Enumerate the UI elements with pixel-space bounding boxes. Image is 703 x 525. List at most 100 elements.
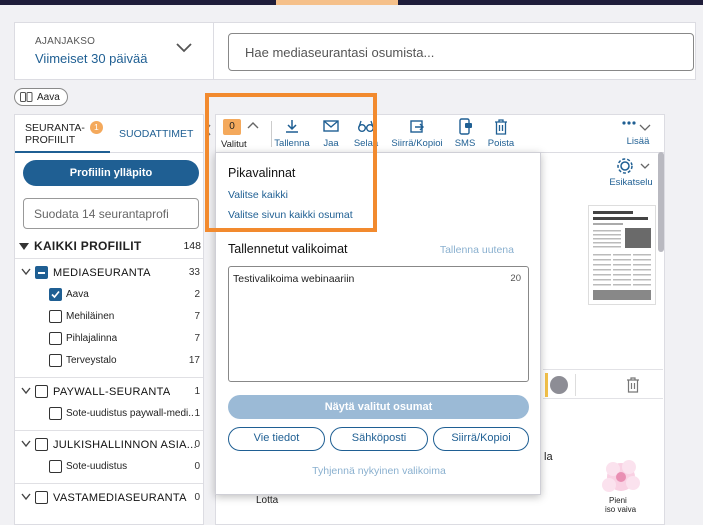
profile-group-checkbox[interactable] bbox=[35, 266, 48, 279]
profile-filter-field[interactable] bbox=[23, 198, 199, 229]
scroll-thumb[interactable] bbox=[658, 152, 664, 252]
toolbar-siirr-kopioi-button[interactable]: Siirrä/Kopioi bbox=[388, 118, 446, 152]
all-profiles-count: 148 bbox=[183, 240, 201, 252]
toolbar-sms-button[interactable]: SMS bbox=[450, 118, 480, 152]
tab-profiles-line2: PROFIILIT bbox=[25, 134, 76, 146]
profile-tag-label: Aava bbox=[37, 91, 60, 103]
sms-icon bbox=[459, 118, 472, 135]
chevron-down-icon[interactable] bbox=[21, 267, 31, 279]
profile-label: Pihlajalinna bbox=[66, 333, 118, 344]
profile-group-row[interactable]: JULKISHALLINNON ASIA... 0 bbox=[15, 435, 203, 455]
profile-group-count: 0 bbox=[194, 439, 200, 450]
tab-profiles-badge: 1 bbox=[89, 121, 103, 134]
saved-selections-title: Tallennetut valikoimat bbox=[228, 242, 348, 256]
more-dots-icon bbox=[622, 121, 651, 131]
profile-checkbox[interactable] bbox=[49, 460, 62, 473]
manage-profiles-button[interactable]: Profiilin ylläpito bbox=[23, 160, 199, 186]
top-bar-active-indicator bbox=[276, 0, 398, 5]
tab-profiles-line1: SEURANTA- bbox=[25, 122, 85, 134]
saved-selections-list[interactable]: Testivalikoima webinaariin 20 bbox=[228, 266, 529, 382]
profile-group-row[interactable]: PAYWALL-SEURANTA 1 bbox=[15, 382, 203, 402]
profile-label: Sote-uudistus bbox=[66, 461, 128, 472]
profile-row[interactable]: Mehiläinen 7 bbox=[15, 307, 203, 327]
sidebar-tabs: SEURANTA- 1 PROFIILIT SUODATTIMET bbox=[15, 115, 203, 153]
chevron-down-icon[interactable] bbox=[21, 386, 31, 398]
profile-row[interactable]: Aava 2 bbox=[15, 285, 203, 305]
tree-separator bbox=[15, 430, 203, 431]
result-status-dot[interactable] bbox=[550, 376, 568, 394]
profile-count: 2 bbox=[194, 289, 200, 300]
profile-checkbox[interactable] bbox=[49, 332, 62, 345]
profile-group-count: 33 bbox=[188, 267, 200, 278]
period-label: AJANJAKSO bbox=[35, 36, 96, 47]
toolbar-button-label: Poista bbox=[487, 138, 515, 149]
move-copy-button[interactable]: Siirrä/Kopioi bbox=[433, 427, 529, 451]
email-button[interactable]: Sähköposti bbox=[330, 427, 428, 451]
profile-group-checkbox[interactable] bbox=[35, 491, 48, 504]
profile-group-label: MEDIASEURANTA bbox=[53, 267, 151, 279]
thumb-caption-2: iso vaiva bbox=[605, 505, 637, 514]
save-as-new-link[interactable]: Tallenna uutena bbox=[440, 244, 514, 256]
magazine-image: Pieni iso vaiva bbox=[602, 460, 640, 514]
profile-group-checkbox[interactable] bbox=[35, 385, 48, 398]
thumb-caption-1: Pieni bbox=[609, 496, 627, 505]
trash-icon bbox=[495, 119, 507, 135]
background-text-fragment: la bbox=[544, 451, 553, 463]
article-thumbnail[interactable] bbox=[588, 205, 656, 305]
profile-checkbox[interactable] bbox=[49, 288, 62, 301]
profile-group-label: PAYWALL-SEURANTA bbox=[53, 386, 171, 398]
chevron-down-icon[interactable] bbox=[21, 492, 31, 504]
result-preview-strip: Pieni iso vaiva bbox=[543, 155, 663, 524]
profile-label: Sote-uudistus paywall-medi... bbox=[66, 408, 194, 419]
profile-count: 7 bbox=[194, 333, 200, 344]
export-icon bbox=[410, 120, 424, 133]
toolbar-button-label: Siirrä/Kopioi bbox=[391, 138, 443, 149]
tree-separator bbox=[15, 483, 203, 484]
profile-label: Terveystalo bbox=[66, 355, 117, 366]
profile-filter-input[interactable] bbox=[24, 199, 198, 228]
tab-monitoring-profiles[interactable]: SEURANTA- 1 PROFIILIT bbox=[15, 115, 110, 153]
profile-label: Mehiläinen bbox=[66, 311, 115, 322]
collapse-triangle-icon[interactable] bbox=[19, 243, 29, 250]
all-profiles-label: KAIKKI PROFIILIT bbox=[34, 239, 142, 253]
search-input[interactable] bbox=[229, 34, 693, 70]
profile-label: Aava bbox=[66, 289, 89, 300]
profile-count: 0 bbox=[194, 461, 200, 472]
toolbar-button-label: SMS bbox=[454, 138, 476, 149]
profile-count: 7 bbox=[194, 311, 200, 322]
result-color-marker bbox=[545, 373, 548, 397]
results-scrollbar[interactable] bbox=[657, 152, 665, 525]
tab-filters[interactable]: SUODATTIMET bbox=[119, 128, 193, 140]
saved-selection-item[interactable]: Testivalikoima webinaariin bbox=[233, 273, 354, 285]
profile-group-label: VASTAMEDIASEURANTA bbox=[53, 492, 187, 504]
profile-checkbox[interactable] bbox=[49, 354, 62, 367]
profile-tag-chip[interactable]: Aava bbox=[14, 88, 68, 106]
profile-group-checkbox[interactable] bbox=[35, 438, 48, 451]
toolbar-poista-button[interactable]: Poista bbox=[484, 118, 518, 152]
profile-group-row[interactable]: VASTAMEDIASEURANTA 0 bbox=[15, 488, 203, 508]
profile-checkbox[interactable] bbox=[49, 310, 62, 323]
trash-icon[interactable] bbox=[626, 377, 640, 393]
search-field[interactable] bbox=[228, 33, 694, 71]
period-selector[interactable]: AJANJAKSO Viimeiset 30 päivää bbox=[15, 23, 214, 79]
profile-group-label: JULKISHALLINNON ASIA... bbox=[53, 439, 197, 451]
profile-group-count: 0 bbox=[194, 492, 200, 503]
chevron-down-icon[interactable] bbox=[21, 439, 31, 451]
result-row-divider bbox=[575, 374, 576, 396]
sidebar: SEURANTA- 1 PROFIILIT SUODATTIMET Profii… bbox=[14, 114, 204, 525]
result-row-toolbar bbox=[543, 369, 663, 399]
profile-group-row[interactable]: MEDIASEURANTA 33 bbox=[15, 263, 203, 283]
clear-selection-link[interactable]: Tyhjennä nykyinen valikoima bbox=[216, 465, 542, 477]
export-data-button[interactable]: Vie tiedot bbox=[228, 427, 325, 451]
show-selected-button[interactable]: Näytä valitut osumat bbox=[228, 395, 529, 419]
profile-row[interactable]: Pihlajalinna 7 bbox=[15, 329, 203, 349]
profile-row[interactable]: Sote-uudistus 0 bbox=[15, 457, 203, 477]
profile-count: 17 bbox=[188, 355, 200, 366]
article-thumbnail[interactable]: Pieni iso vaiva bbox=[593, 455, 651, 524]
background-text-fragment: Lotta bbox=[256, 495, 279, 506]
profile-row[interactable]: Terveystalo 17 bbox=[15, 351, 203, 371]
all-profiles-row[interactable]: KAIKKI PROFIILIT 148 bbox=[19, 239, 201, 255]
profile-checkbox[interactable] bbox=[49, 407, 62, 420]
more-button[interactable]: Lisää bbox=[616, 119, 660, 153]
profile-row[interactable]: Sote-uudistus paywall-medi... 1 bbox=[15, 404, 203, 424]
